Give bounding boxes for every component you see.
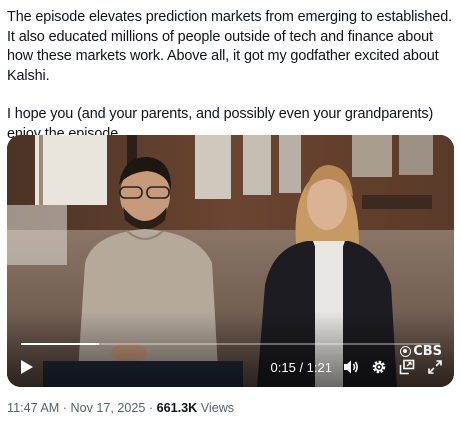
video-player[interactable]: CBS 0:15 / 1:21 [7,135,454,387]
post-time[interactable]: 11:47 AM [7,401,59,415]
post-date[interactable]: Nov 17, 2025 [70,401,145,415]
progress-bar[interactable] [21,343,440,345]
play-icon[interactable] [17,358,35,376]
post-paragraph-1: The episode elevates prediction markets … [7,9,453,84]
views-label: Views [200,401,235,415]
post-meta: 11:47 AM · Nov 17, 2025 · 661.3K Views [7,401,234,415]
views-count: 661.3K [156,401,198,415]
progress-fill [21,343,99,345]
gear-icon[interactable] [370,358,388,376]
separator: · [148,401,154,415]
post-text: The episode elevates prediction markets … [7,8,457,145]
fullscreen-icon[interactable] [426,358,444,376]
time-display: 0:15 / 1:21 [270,359,332,375]
picture-in-picture-icon[interactable] [398,358,416,376]
separator: · [62,401,67,415]
video-controls: 0:15 / 1:21 [7,347,454,387]
volume-icon[interactable] [342,358,360,376]
